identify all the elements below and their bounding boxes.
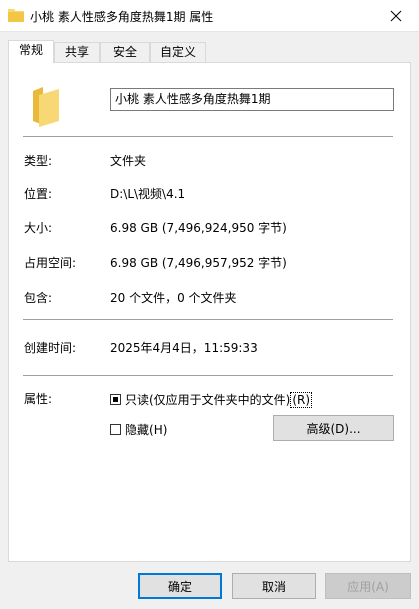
checkbox-unchecked[interactable] <box>110 424 121 435</box>
created-label: 创建时间: <box>24 341 77 355</box>
readonly-checkbox[interactable]: 只读(仅应用于文件夹中的文件) (R) <box>110 391 313 408</box>
type-value: 文件夹 <box>110 154 147 168</box>
size-on-disk-label: 占用空间: <box>24 256 77 270</box>
window-title: 小桃 素人性感多角度热舞1期 属性 <box>30 10 214 24</box>
size-on-disk-value: 6.98 GB (7,496,957,952 字节) <box>110 256 287 270</box>
hidden-accesskey: (H) <box>149 422 168 437</box>
folder-icon <box>8 9 24 22</box>
tab-customize[interactable]: 自定义 <box>150 42 206 62</box>
divider <box>23 136 393 137</box>
tab-general[interactable]: 常规 <box>8 40 54 63</box>
checkbox-indeterminate[interactable] <box>110 394 121 405</box>
contains-value: 20 个文件，0 个文件夹 <box>110 291 237 305</box>
location-label: 位置: <box>24 187 53 201</box>
folder-icon <box>33 87 59 127</box>
divider <box>23 375 393 376</box>
size-value: 6.98 GB (7,496,924,950 字节) <box>110 221 287 235</box>
title-bar: 小桃 素人性感多角度热舞1期 属性 <box>0 0 419 32</box>
close-button[interactable] <box>373 0 419 31</box>
ok-button[interactable]: 确定 <box>138 573 222 599</box>
location-value: D:\L\视频\4.1 <box>110 187 186 201</box>
advanced-button[interactable]: 高级(D)... <box>273 415 394 441</box>
tab-security[interactable]: 安全 <box>100 42 150 62</box>
contains-label: 包含: <box>24 291 53 305</box>
readonly-label: 只读(仅应用于文件夹中的文件) <box>125 393 291 407</box>
type-label: 类型: <box>24 154 53 168</box>
divider <box>23 319 393 320</box>
created-value: 2025年4月4日，11:59:33 <box>110 341 258 355</box>
folder-name-field[interactable]: 小桃 素人性感多角度热舞1期 <box>110 88 394 111</box>
readonly-accesskey: (R) <box>290 391 313 408</box>
hidden-checkbox[interactable]: 隐藏 (H) <box>110 421 167 438</box>
general-panel: 小桃 素人性感多角度热舞1期 类型: 文件夹 位置: D:\L\视频\4.1 大… <box>8 62 411 562</box>
size-label: 大小: <box>24 221 53 235</box>
attributes-label: 属性: <box>24 392 53 406</box>
close-icon <box>390 10 402 21</box>
cancel-button[interactable]: 取消 <box>232 573 316 599</box>
apply-button[interactable]: 应用(A) <box>325 573 411 599</box>
tab-sharing[interactable]: 共享 <box>54 42 100 62</box>
hidden-label: 隐藏 <box>125 423 150 437</box>
